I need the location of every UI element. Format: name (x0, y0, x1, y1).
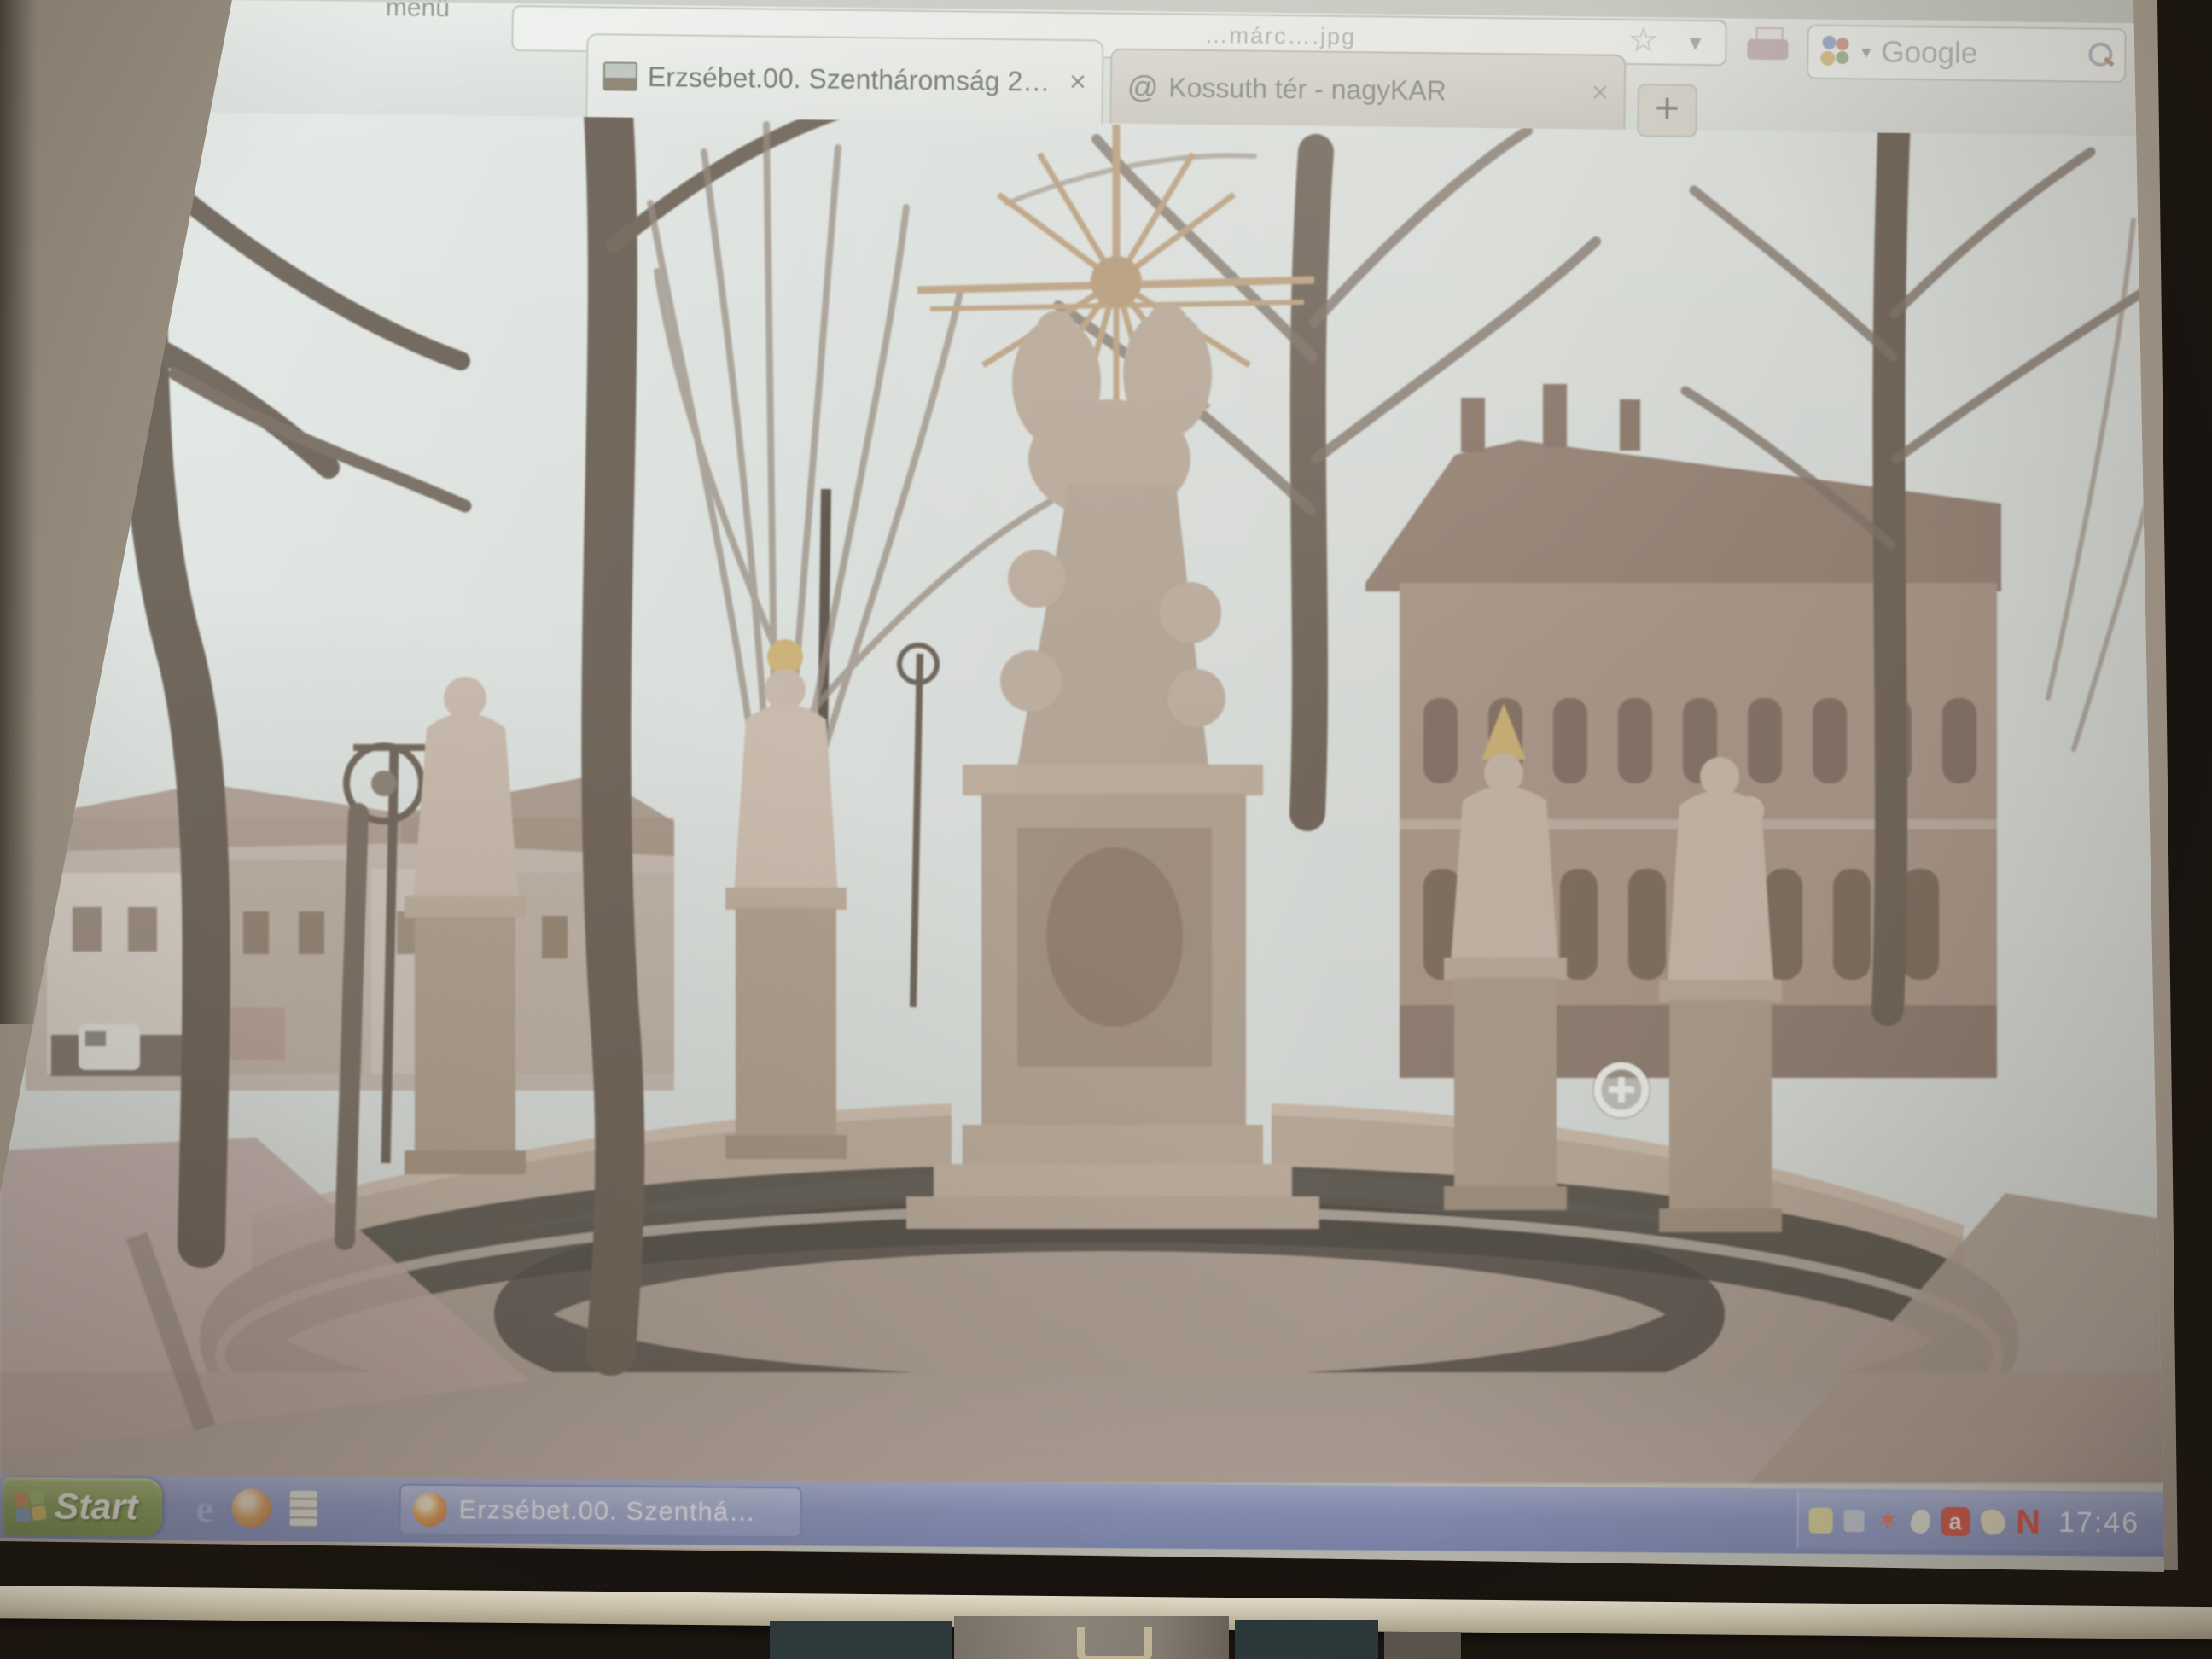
square-photo (0, 101, 2212, 1483)
start-button[interactable]: Start (3, 1477, 162, 1536)
internet-explorer-icon[interactable]: e (195, 1485, 213, 1530)
address-dropdown-icon[interactable]: ▾ (1689, 28, 1701, 56)
start-label: Start (55, 1486, 138, 1528)
browser-photo-viewport[interactable] (0, 101, 2212, 1483)
tray-star-icon[interactable]: ✶ (1876, 1508, 1901, 1534)
url-text: …márc….jpg (1204, 22, 1356, 50)
tray-n-icon[interactable]: N (2016, 1507, 2040, 1538)
search-input[interactable] (1879, 35, 2078, 73)
quick-launch-bar: e (182, 1481, 375, 1536)
firefox-icon[interactable] (232, 1488, 271, 1528)
tab-title: Kossuth tér - nagyKAR (1168, 72, 1581, 108)
table-object-right (1235, 1620, 1378, 1659)
photographed-projection-scene: menü × …márc….jpg ☆ ▾ ▾ (0, 0, 2212, 1659)
tray-display-icon[interactable] (1844, 1510, 1865, 1532)
tray-update-icon[interactable] (1908, 1507, 1932, 1535)
system-tray: ✶ a N 17:46 (1796, 1493, 2168, 1551)
menu-item[interactable]: menü (386, 0, 450, 23)
tray-messenger-icon[interactable] (1809, 1508, 1833, 1534)
bookmark-star-icon[interactable]: ☆ (1627, 20, 1658, 60)
pillar-handle (1077, 1627, 1152, 1659)
table-object-left (770, 1621, 952, 1659)
print-button[interactable] (1747, 27, 1789, 67)
tray-antivirus-icon[interactable]: a (1941, 1507, 1970, 1536)
table-object-small (1384, 1632, 1461, 1659)
document-icon[interactable] (290, 1491, 317, 1527)
search-magnifier-icon[interactable] (2087, 43, 2112, 68)
room-shadow-left (0, 0, 38, 1024)
zoom-in-cursor (1592, 1061, 1650, 1119)
tab-close-icon[interactable]: × (1069, 65, 1086, 98)
search-engine-dropdown-icon[interactable]: ▾ (1861, 41, 1871, 63)
task-button-label: Erzsébet.00. Szenthá… (459, 1494, 757, 1528)
google-logo-icon (1820, 36, 1853, 68)
tray-volume-icon[interactable] (1978, 1507, 2006, 1537)
firefox-icon (413, 1493, 447, 1527)
printer-icon (1747, 39, 1788, 61)
at-icon: @ (1127, 69, 1159, 105)
image-thumbnail-icon (603, 61, 637, 90)
white-van (79, 1024, 140, 1070)
new-tab-button[interactable]: + (1637, 84, 1697, 137)
google-search-box[interactable]: ▾ (1807, 25, 2127, 84)
task-button-firefox[interactable]: Erzsébet.00. Szenthá… (399, 1484, 801, 1539)
tab-close-icon[interactable]: × (1592, 76, 1609, 109)
projected-desktop: menü × …márc….jpg ☆ ▾ ▾ (0, 0, 2212, 1572)
tab-title: Erzsébet.00. Szentháromság 2013 márc. … (648, 61, 1060, 97)
tab-kossuth-ter[interactable]: @ Kossuth tér - nagyKAR × (1109, 49, 1626, 130)
tab-szentharomsag[interactable]: Erzsébet.00. Szentháromság 2013 márc. … … (585, 33, 1103, 123)
tray-clock[interactable]: 17:46 (2058, 1505, 2139, 1540)
windows-logo-icon (13, 1489, 47, 1523)
